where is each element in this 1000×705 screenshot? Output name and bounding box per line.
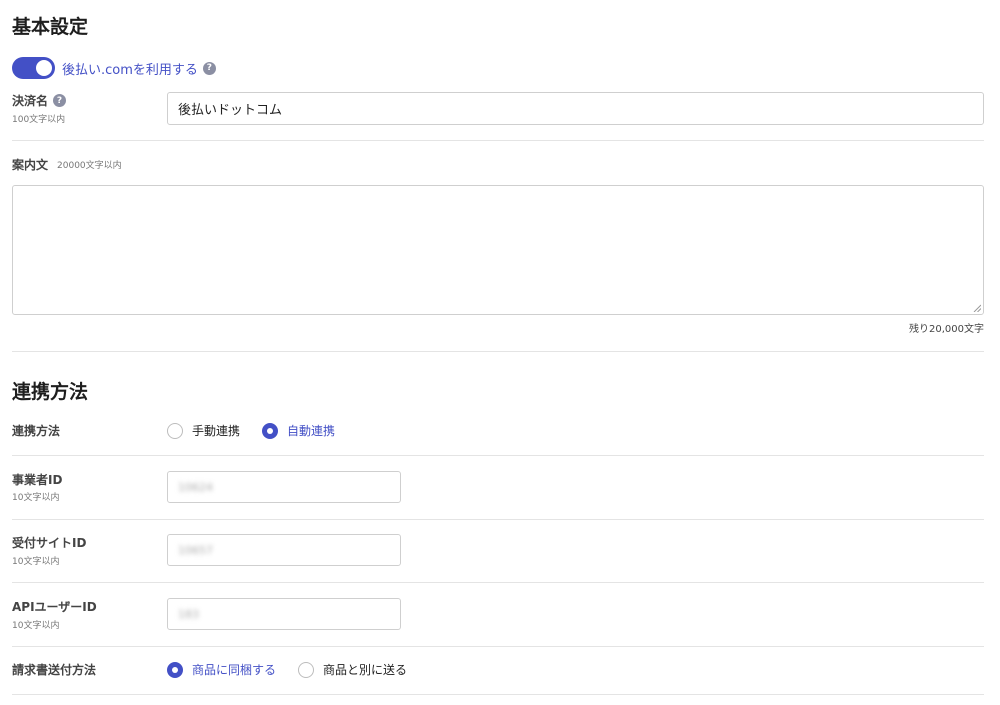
payment-name-label: 決済名 ? (12, 92, 67, 109)
radio-label: 商品と別に送る (323, 663, 408, 677)
payment-name-value: 後払いドットコム (178, 103, 283, 118)
integration-method-radio-group: 手動連携 自動連携 (167, 422, 357, 439)
radio-circle (262, 422, 279, 439)
resize-handle-icon[interactable] (973, 304, 981, 312)
site-id-label: 受付サイトID (12, 536, 87, 550)
business-id-limit: 10文字以内 (12, 493, 60, 503)
radio-circle (167, 422, 183, 439)
radio-send-separately[interactable]: 商品と別に送る (298, 661, 407, 678)
remaining-characters: 残り20,000文字 (909, 324, 984, 335)
guide-text-label: 案内文 20000文字以内 (12, 156, 122, 173)
help-icon[interactable]: ? (202, 61, 216, 75)
site-id-value: 10657 (178, 543, 213, 557)
site-id-input[interactable]: 10657 (167, 534, 401, 566)
business-id-input[interactable]: 10624 (167, 471, 401, 503)
radio-circle (167, 661, 183, 678)
guide-text-textarea[interactable] (12, 185, 984, 315)
integration-method-label: 連携方法 (12, 424, 61, 438)
radio-bundle-with-product[interactable]: 商品に同梱する (167, 661, 276, 678)
section-title-basic: 基本設定 (12, 16, 89, 38)
help-icon[interactable]: ? (53, 94, 67, 107)
radio-label: 手動連携 (192, 424, 241, 438)
divider (12, 351, 984, 352)
guide-text-limit: 20000文字以内 (57, 161, 122, 171)
business-id-value: 10624 (178, 480, 213, 494)
radio-label: 商品に同梱する (192, 663, 277, 677)
payment-name-input[interactable]: 後払いドットコム (167, 92, 984, 125)
divider (12, 455, 984, 456)
invoice-method-label: 請求書送付方法 (12, 663, 97, 677)
payment-name-limit: 100文字以内 (12, 115, 66, 125)
toggle-knob (36, 60, 52, 76)
use-service-toggle[interactable] (12, 57, 55, 79)
section-title-integration: 連携方法 (12, 381, 89, 403)
use-service-label[interactable]: 後払い.comを利用する (62, 59, 198, 78)
api-user-id-limit: 10文字以内 (12, 621, 60, 631)
radio-manual-integration[interactable]: 手動連携 (167, 422, 240, 439)
site-id-limit: 10文字以内 (12, 557, 60, 567)
radio-label: 自動連携 (287, 424, 336, 438)
invoice-method-radio-group: 商品に同梱する 商品と別に送る (167, 661, 429, 678)
payment-name-label-text: 決済名 (12, 94, 49, 108)
api-user-id-label: APIユーザーID (12, 600, 97, 614)
guide-text-label-text: 案内文 (12, 158, 49, 172)
api-user-id-value: 183 (178, 607, 199, 621)
divider (12, 694, 984, 695)
radio-auto-integration[interactable]: 自動連携 (262, 422, 335, 439)
divider (12, 519, 984, 520)
radio-circle (298, 661, 315, 678)
divider (12, 646, 984, 647)
api-user-id-input[interactable]: 183 (167, 598, 401, 630)
divider (12, 582, 984, 583)
business-id-label: 事業者ID (12, 473, 63, 487)
use-service-toggle-row: 後払い.comを利用する ? (12, 57, 216, 79)
divider (12, 140, 984, 141)
